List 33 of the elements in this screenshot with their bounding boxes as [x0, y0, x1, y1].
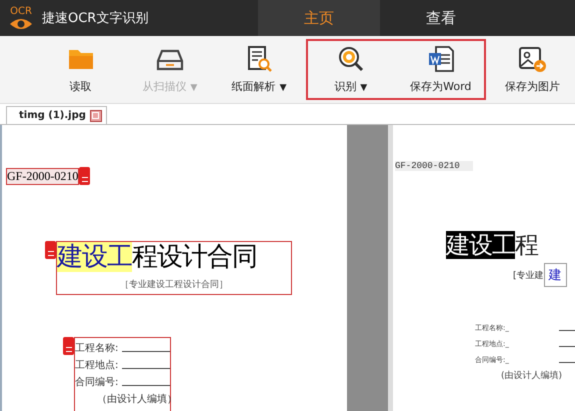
field-note: （由设计人编填）: [96, 392, 170, 406]
nav-tab[interactable]: 主页: [258, 0, 380, 36]
close-icon[interactable]: [90, 110, 102, 122]
field-label: 合同编号:: [75, 376, 118, 389]
document-title: 建设工程: [446, 230, 540, 261]
nav-tab[interactable]: 查看: [380, 0, 502, 36]
document-code: GF-2000-0210: [6, 168, 80, 184]
text-block-icon[interactable]: [79, 167, 90, 185]
fill-in-line: [122, 368, 170, 369]
fill-in-line: [558, 362, 575, 363]
file-name: timg (1).jpg: [19, 110, 86, 121]
fill-in-line: [122, 385, 170, 386]
document-subtitle: ［专业建设工程设计合同］: [119, 278, 229, 291]
document-subtitle: [专业建: [513, 270, 544, 282]
toolbar-button[interactable]: 读取: [38, 43, 124, 96]
toolbar-button[interactable]: 保存为Word: [398, 43, 484, 96]
fill-in-line: [122, 351, 170, 352]
document-code: GF-2000-0210: [395, 161, 473, 171]
file-tab[interactable]: timg (1).jpg: [6, 106, 107, 124]
document-title: 建设工程设计合同: [57, 242, 258, 272]
field-note: (由设计人编填): [501, 370, 564, 382]
fill-in-line: [558, 346, 575, 347]
fill-in-line: [558, 330, 575, 331]
text-block-icon[interactable]: [63, 337, 74, 355]
character-tooltip: 建: [544, 263, 567, 287]
app-title: 捷速OCR文字识别: [42, 10, 148, 27]
toolbar-button[interactable]: 纸面解析 ▼: [216, 43, 302, 96]
toolbar-button[interactable]: 识别 ▼: [308, 43, 394, 96]
text-block-icon[interactable]: [45, 241, 56, 259]
field-label: 工程名称:: [75, 342, 118, 355]
field-label: 工程地点:: [75, 358, 118, 372]
image-icon: [517, 45, 548, 73]
toolbar-button[interactable]: 保存为图片: [490, 43, 575, 96]
